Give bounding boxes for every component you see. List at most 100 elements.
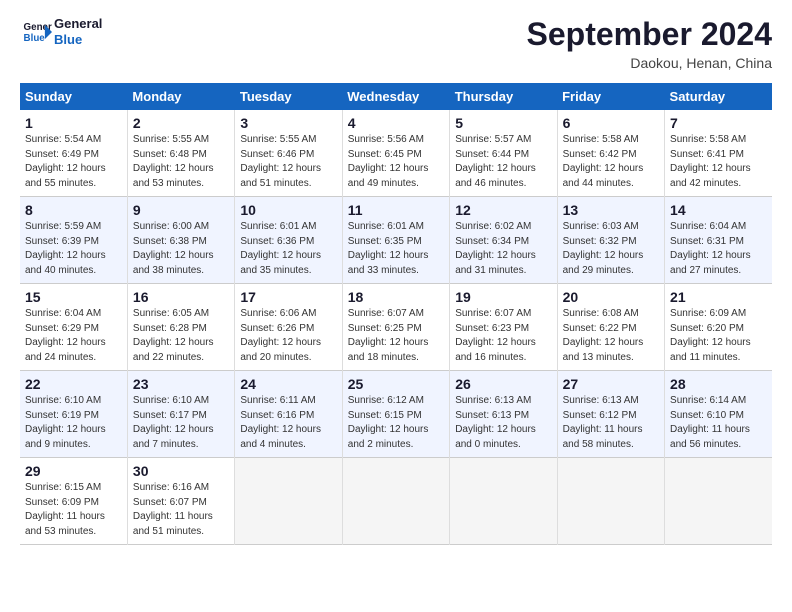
day-info: Sunrise: 5:58 AM Sunset: 6:41 PM Dayligh… bbox=[670, 133, 767, 191]
calendar-table: SundayMondayTuesdayWednesdayThursdayFrid… bbox=[20, 83, 772, 545]
day-info: Sunrise: 6:10 AM Sunset: 6:17 PM Dayligh… bbox=[133, 394, 229, 452]
day-cell: 30 Sunrise: 6:16 AM Sunset: 6:07 PM Dayli… bbox=[127, 458, 234, 545]
weekday-header-row: SundayMondayTuesdayWednesdayThursdayFrid… bbox=[20, 83, 772, 110]
day-cell: 21Sunrise: 6:09 AM Sunset: 6:20 PM Dayli… bbox=[665, 284, 772, 371]
day-info: Sunrise: 6:13 AM Sunset: 6:13 PM Dayligh… bbox=[455, 394, 551, 452]
calendar-page: General Blue General Blue September 2024… bbox=[0, 0, 792, 561]
day-number: 16 bbox=[133, 289, 229, 305]
logo: General Blue General Blue bbox=[20, 16, 102, 48]
day-info: Sunrise: 6:15 AM Sunset: 6:09 PM Dayligh… bbox=[25, 481, 122, 539]
day-info: Sunrise: 5:57 AM Sunset: 6:44 PM Dayligh… bbox=[455, 133, 551, 191]
day-number: 15 bbox=[25, 289, 122, 305]
day-number: 28 bbox=[670, 376, 767, 392]
day-cell: 16 Sunrise: 6:05 AM Sunset: 6:28 PM Dayli… bbox=[127, 284, 234, 371]
day-number: 23 bbox=[133, 376, 229, 392]
day-cell: 2Sunrise: 5:55 AM Sunset: 6:48 PM Daylig… bbox=[127, 110, 234, 197]
day-info: Sunrise: 5:58 AM Sunset: 6:42 PM Dayligh… bbox=[563, 133, 659, 191]
day-number: 30 bbox=[133, 463, 229, 479]
day-number: 20 bbox=[563, 289, 659, 305]
weekday-header-friday: Friday bbox=[557, 83, 664, 110]
weekday-header-thursday: Thursday bbox=[450, 83, 557, 110]
empty-day-cell bbox=[235, 458, 342, 545]
day-number: 1 bbox=[25, 115, 122, 131]
month-title: September 2024 bbox=[527, 16, 772, 53]
day-number: 27 bbox=[563, 376, 659, 392]
day-cell: 11 Sunrise: 6:01 AM Sunset: 6:35 PM Dayli… bbox=[342, 197, 449, 284]
day-info: Sunrise: 6:07 AM Sunset: 6:23 PM Dayligh… bbox=[455, 307, 551, 365]
day-cell: 8Sunrise: 5:59 AM Sunset: 6:39 PM Daylig… bbox=[20, 197, 127, 284]
day-info: Sunrise: 6:09 AM Sunset: 6:20 PM Dayligh… bbox=[670, 307, 767, 365]
day-cell: 6 Sunrise: 5:58 AM Sunset: 6:42 PM Daylig… bbox=[557, 110, 664, 197]
empty-day-cell bbox=[450, 458, 557, 545]
day-info: Sunrise: 5:54 AM Sunset: 6:49 PM Dayligh… bbox=[25, 133, 122, 191]
day-number: 6 bbox=[563, 115, 659, 131]
day-number: 10 bbox=[240, 202, 336, 218]
day-info: Sunrise: 6:02 AM Sunset: 6:34 PM Dayligh… bbox=[455, 220, 551, 278]
day-cell: 23 Sunrise: 6:10 AM Sunset: 6:17 PM Dayli… bbox=[127, 371, 234, 458]
day-cell: 25 Sunrise: 6:12 AM Sunset: 6:15 PM Dayli… bbox=[342, 371, 449, 458]
day-number: 8 bbox=[25, 202, 122, 218]
day-cell: 13Sunrise: 6:03 AM Sunset: 6:32 PM Dayli… bbox=[557, 197, 664, 284]
day-cell: 12Sunrise: 6:02 AM Sunset: 6:34 PM Dayli… bbox=[450, 197, 557, 284]
day-cell: 3Sunrise: 5:55 AM Sunset: 6:46 PM Daylig… bbox=[235, 110, 342, 197]
day-number: 26 bbox=[455, 376, 551, 392]
day-info: Sunrise: 6:08 AM Sunset: 6:22 PM Dayligh… bbox=[563, 307, 659, 365]
day-info: Sunrise: 6:07 AM Sunset: 6:25 PM Dayligh… bbox=[348, 307, 444, 365]
day-number: 13 bbox=[563, 202, 659, 218]
logo-text-blue: Blue bbox=[54, 32, 102, 48]
day-cell: 26 Sunrise: 6:13 AM Sunset: 6:13 PM Dayli… bbox=[450, 371, 557, 458]
day-number: 14 bbox=[670, 202, 767, 218]
weekday-header-saturday: Saturday bbox=[665, 83, 772, 110]
day-info: Sunrise: 5:55 AM Sunset: 6:46 PM Dayligh… bbox=[240, 133, 336, 191]
day-number: 4 bbox=[348, 115, 444, 131]
day-cell: 5 Sunrise: 5:57 AM Sunset: 6:44 PM Daylig… bbox=[450, 110, 557, 197]
day-cell: 10 Sunrise: 6:01 AM Sunset: 6:36 PM Dayli… bbox=[235, 197, 342, 284]
day-cell: 4Sunrise: 5:56 AM Sunset: 6:45 PM Daylig… bbox=[342, 110, 449, 197]
day-cell: 7 Sunrise: 5:58 AM Sunset: 6:41 PM Daylig… bbox=[665, 110, 772, 197]
weekday-header-wednesday: Wednesday bbox=[342, 83, 449, 110]
weekday-header-monday: Monday bbox=[127, 83, 234, 110]
day-number: 29 bbox=[25, 463, 122, 479]
svg-text:Blue: Blue bbox=[24, 33, 46, 44]
day-cell: 15 Sunrise: 6:04 AM Sunset: 6:29 PM Dayli… bbox=[20, 284, 127, 371]
day-number: 19 bbox=[455, 289, 551, 305]
day-info: Sunrise: 6:00 AM Sunset: 6:38 PM Dayligh… bbox=[133, 220, 229, 278]
day-cell: 20 Sunrise: 6:08 AM Sunset: 6:22 PM Dayli… bbox=[557, 284, 664, 371]
weekday-header-sunday: Sunday bbox=[20, 83, 127, 110]
day-number: 17 bbox=[240, 289, 336, 305]
day-cell: 18 Sunrise: 6:07 AM Sunset: 6:25 PM Dayli… bbox=[342, 284, 449, 371]
day-info: Sunrise: 6:10 AM Sunset: 6:19 PM Dayligh… bbox=[25, 394, 122, 452]
empty-day-cell bbox=[557, 458, 664, 545]
day-info: Sunrise: 6:06 AM Sunset: 6:26 PM Dayligh… bbox=[240, 307, 336, 365]
day-info: Sunrise: 6:01 AM Sunset: 6:36 PM Dayligh… bbox=[240, 220, 336, 278]
day-number: 7 bbox=[670, 115, 767, 131]
day-info: Sunrise: 6:16 AM Sunset: 6:07 PM Dayligh… bbox=[133, 481, 229, 539]
day-info: Sunrise: 6:14 AM Sunset: 6:10 PM Dayligh… bbox=[670, 394, 767, 452]
day-number: 2 bbox=[133, 115, 229, 131]
calendar-week-row: 22 Sunrise: 6:10 AM Sunset: 6:19 PM Dayli… bbox=[20, 371, 772, 458]
calendar-week-row: 8Sunrise: 5:59 AM Sunset: 6:39 PM Daylig… bbox=[20, 197, 772, 284]
day-cell: 14 Sunrise: 6:04 AM Sunset: 6:31 PM Dayli… bbox=[665, 197, 772, 284]
day-number: 25 bbox=[348, 376, 444, 392]
day-cell: 27Sunrise: 6:13 AM Sunset: 6:12 PM Dayli… bbox=[557, 371, 664, 458]
location: Daokou, Henan, China bbox=[527, 55, 772, 71]
day-cell: 1 Sunrise: 5:54 AM Sunset: 6:49 PM Daylig… bbox=[20, 110, 127, 197]
day-number: 11 bbox=[348, 202, 444, 218]
calendar-week-row: 1 Sunrise: 5:54 AM Sunset: 6:49 PM Daylig… bbox=[20, 110, 772, 197]
calendar-week-row: 15 Sunrise: 6:04 AM Sunset: 6:29 PM Dayli… bbox=[20, 284, 772, 371]
day-cell: 29 Sunrise: 6:15 AM Sunset: 6:09 PM Dayli… bbox=[20, 458, 127, 545]
day-info: Sunrise: 6:05 AM Sunset: 6:28 PM Dayligh… bbox=[133, 307, 229, 365]
day-number: 18 bbox=[348, 289, 444, 305]
logo-icon: General Blue bbox=[20, 16, 52, 48]
day-info: Sunrise: 6:04 AM Sunset: 6:29 PM Dayligh… bbox=[25, 307, 122, 365]
calendar-week-row: 29 Sunrise: 6:15 AM Sunset: 6:09 PM Dayli… bbox=[20, 458, 772, 545]
day-number: 22 bbox=[25, 376, 122, 392]
day-info: Sunrise: 6:04 AM Sunset: 6:31 PM Dayligh… bbox=[670, 220, 767, 278]
title-area: September 2024 Daokou, Henan, China bbox=[527, 16, 772, 71]
day-info: Sunrise: 6:12 AM Sunset: 6:15 PM Dayligh… bbox=[348, 394, 444, 452]
day-number: 5 bbox=[455, 115, 551, 131]
day-cell: 24Sunrise: 6:11 AM Sunset: 6:16 PM Dayli… bbox=[235, 371, 342, 458]
empty-day-cell bbox=[665, 458, 772, 545]
day-cell: 28 Sunrise: 6:14 AM Sunset: 6:10 PM Dayli… bbox=[665, 371, 772, 458]
day-info: Sunrise: 6:01 AM Sunset: 6:35 PM Dayligh… bbox=[348, 220, 444, 278]
